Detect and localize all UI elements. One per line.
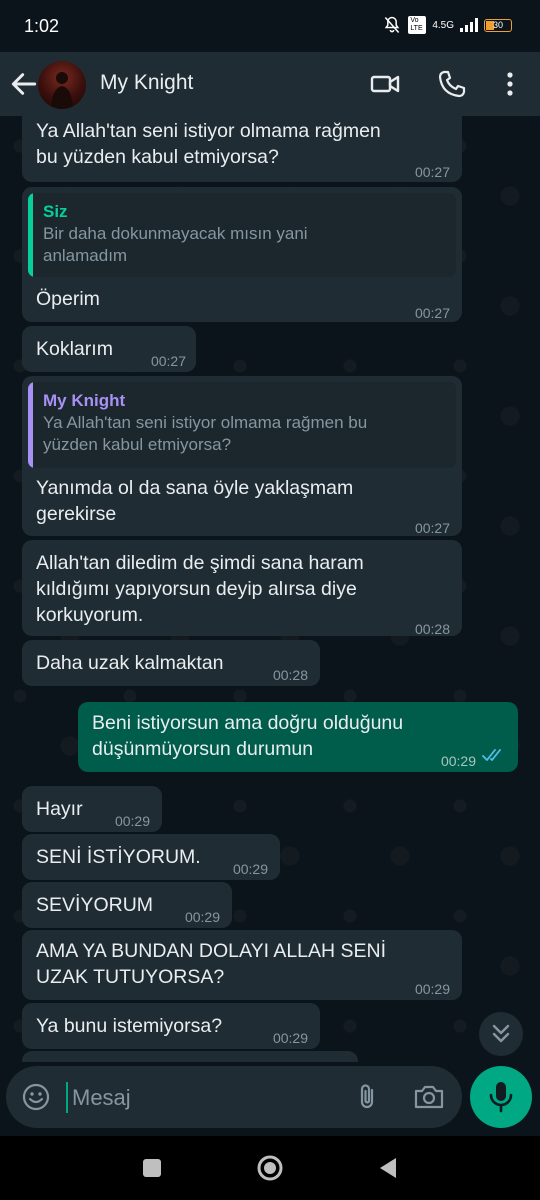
message-text: SENİ İSTİYORUM. <box>36 846 201 868</box>
volte-badge: Vo LTE <box>408 16 427 34</box>
status-time: 1:02 <box>24 16 60 36</box>
scroll-to-bottom-button[interactable] <box>479 1012 523 1056</box>
quote-author: Siz <box>43 202 68 221</box>
message-text: Ya bunu istemiyorsa? <box>36 1015 223 1037</box>
quote-text: yüzden kabul etmiyorsa? <box>43 435 232 454</box>
double-chevron-down-icon <box>492 1024 510 1043</box>
microphone-icon <box>489 1082 513 1113</box>
message-text: korkuyorum. <box>36 604 144 626</box>
message-time: 00:27 <box>414 520 450 536</box>
arrow-left-icon[interactable] <box>8 68 40 100</box>
message-bubble[interactable]: My Knight Ya Allah'tan seni istiyor olma… <box>22 376 462 536</box>
message-time: 00:27 <box>414 305 450 321</box>
quote-text: Ya Allah'tan seni istiyor olmama rağmen … <box>43 413 368 432</box>
video-call-icon[interactable] <box>369 68 401 100</box>
message-time: 00:29 <box>114 813 150 829</box>
message-bubble[interactable]: Allah'tan diledim de şimdi sana haram kı… <box>22 540 462 637</box>
message-text: düşünmüyorsun durumun <box>92 738 314 760</box>
message-bubble[interactable]: Ya Allah'tan seni istiyor olmama rağmen … <box>22 116 462 182</box>
message-bubble[interactable] <box>22 1051 358 1062</box>
paperclip-icon[interactable] <box>352 1081 384 1113</box>
message-text: Hayır <box>36 798 83 820</box>
message-text: UZAK TUTUYORSA? <box>36 966 225 988</box>
message-text: gerekirse <box>36 503 117 525</box>
quote-author: My Knight <box>43 391 126 410</box>
quote-text: Bir daha dokunmayacak mısın yani <box>43 224 308 243</box>
message-bubble[interactable]: SENİ İSTİYORUM. 00:29 <box>22 834 280 880</box>
chat-header: My Knight <box>0 52 540 116</box>
quoted-message[interactable]: My Knight Ya Allah'tan seni istiyor olma… <box>28 382 456 468</box>
message-composer[interactable]: Mesaj <box>6 1066 462 1128</box>
text-cursor <box>66 1082 68 1113</box>
double-check-icon <box>482 749 501 761</box>
back-nav-icon[interactable] <box>376 1156 400 1180</box>
message-input[interactable]: Mesaj <box>72 1085 131 1111</box>
message-text: Koklarım <box>36 338 113 360</box>
status-bar: 1:02 Vo LTE 4.5G 30 <box>0 0 540 52</box>
network-type: 4.5G <box>432 19 454 31</box>
message-time: 00:29 <box>440 753 476 769</box>
quoted-message[interactable]: Siz Bir daha dokunmayacak mısın yani anl… <box>28 193 456 277</box>
message-time: 00:29 <box>272 1030 308 1046</box>
message-text: Ya Allah'tan seni istiyor olmama rağmen <box>36 120 381 142</box>
battery-icon: 30 <box>484 18 512 32</box>
avatar[interactable] <box>38 61 86 109</box>
message-bubble[interactable]: Siz Bir daha dokunmayacak mısın yani anl… <box>22 187 462 322</box>
voice-record-button[interactable] <box>470 1066 532 1128</box>
recents-icon[interactable] <box>141 1157 163 1179</box>
signal-icon <box>460 18 478 32</box>
message-bubble[interactable]: Hayır 00:29 <box>22 786 162 832</box>
emoji-icon[interactable] <box>20 1081 52 1113</box>
message-text: kıldığımı yapıyorsun deyip alırsa diye <box>36 578 357 600</box>
message-bubble[interactable]: Daha uzak kalmaktan 00:28 <box>22 640 320 686</box>
message-time: 00:29 <box>232 861 268 877</box>
message-list[interactable]: Ya Allah'tan seni istiyor olmama rağmen … <box>0 116 540 1062</box>
message-bubble-outgoing[interactable]: Beni istiyorsun ama doğru olduğunu düşün… <box>78 702 518 772</box>
message-time: 00:27 <box>414 164 450 180</box>
message-text: SEVİYORUM <box>36 894 154 916</box>
phone-icon[interactable] <box>436 68 468 100</box>
message-bubble[interactable]: SEVİYORUM 00:29 <box>22 882 232 928</box>
camera-icon[interactable] <box>412 1081 446 1113</box>
message-time: 00:29 <box>184 909 220 925</box>
message-text: AMA YA BUNDAN DOLAYI ALLAH SENİ <box>36 940 387 962</box>
message-time: 00:29 <box>414 981 450 997</box>
more-vert-icon[interactable] <box>494 68 526 100</box>
message-text: bu yüzden kabul etmiyorsa? <box>36 146 279 168</box>
message-time: 00:28 <box>414 621 450 637</box>
message-text: Beni istiyorsun ama doğru olduğunu <box>92 712 404 734</box>
quote-text: anlamadım <box>43 246 128 265</box>
message-bubble[interactable]: Koklarım 00:27 <box>22 326 196 372</box>
avatar-figure <box>51 72 73 109</box>
message-bubble[interactable]: Ya bunu istemiyorsa? 00:29 <box>22 1003 320 1049</box>
battery-level: 30 <box>492 19 503 30</box>
message-text: Öperim <box>36 288 100 310</box>
message-time: 00:27 <box>150 353 186 369</box>
mute-notifications-icon <box>385 16 400 33</box>
system-nav-bar <box>0 1136 540 1200</box>
contact-name[interactable]: My Knight <box>100 71 193 95</box>
message-text: Yanımda ol da sana öyle yaklaşmam <box>36 477 354 499</box>
message-bubble[interactable]: AMA YA BUNDAN DOLAYI ALLAH SENİ UZAK TUT… <box>22 930 462 1000</box>
message-time: 00:28 <box>272 667 308 683</box>
message-text: Daha uzak kalmaktan <box>36 652 224 674</box>
message-text: Allah'tan diledim de şimdi sana haram <box>36 552 364 574</box>
home-icon[interactable] <box>256 1154 284 1182</box>
